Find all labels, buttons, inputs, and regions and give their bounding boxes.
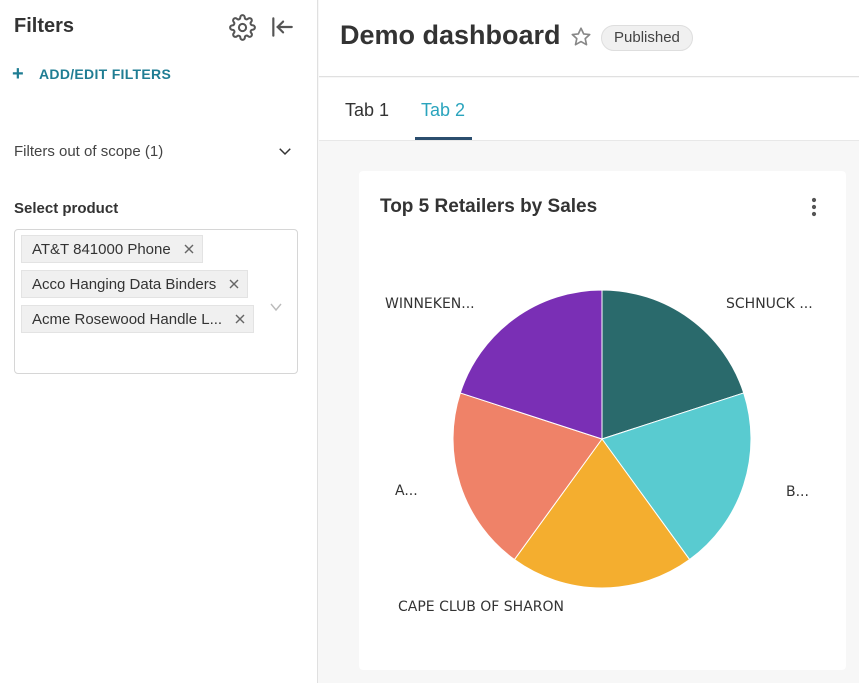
active-tab-indicator (415, 137, 472, 140)
status-badge: Published (601, 25, 693, 51)
gear-icon[interactable] (229, 14, 256, 41)
product-select[interactable]: AT&T 841000 Phone Acco Hanging Data Bind… (14, 229, 298, 374)
chevron-down-icon (279, 148, 291, 156)
pie-slice-label: B... (786, 484, 809, 500)
selected-product-tag: Acco Hanging Data Binders (21, 270, 249, 298)
filters-sidebar: Filters + ADD/EDIT FILTERS Filters out o… (0, 0, 318, 683)
collapse-left-icon[interactable] (269, 14, 295, 40)
plus-icon: + (12, 63, 24, 85)
filters-out-of-scope-label: Filters out of scope (1) (14, 143, 164, 160)
tab-1[interactable]: Tab 1 (345, 100, 389, 121)
select-product-label: Select product (14, 200, 119, 217)
close-icon[interactable] (182, 242, 196, 256)
tab-bar: Tab 1 Tab 2 (319, 78, 859, 141)
pie-slice-label: A... (395, 483, 418, 499)
filters-title: Filters (14, 15, 75, 37)
close-icon[interactable] (233, 312, 247, 326)
pie-slice-label: WINNEKEN... (385, 296, 475, 312)
pie-chart: SCHNUCK ... B... CAPE CLUB OF SHARON A... WI… (385, 289, 813, 615)
selected-product-label: AT&T 841000 Phone (32, 240, 171, 258)
selected-product-tag: Acme Rosewood Handle L... (21, 305, 255, 333)
add-edit-filters-label: ADD/EDIT FILTERS (39, 66, 172, 82)
chevron-down-icon[interactable] (269, 300, 283, 314)
dashboard-header: Demo dashboard Published (319, 0, 859, 77)
chart-card: Top 5 Retailers by Sales SCHNUCK ... B...… (359, 171, 846, 670)
close-icon[interactable] (227, 277, 241, 291)
filters-out-of-scope-toggle[interactable]: Filters out of scope (1) (14, 140, 294, 164)
tab-2[interactable]: Tab 2 (421, 100, 465, 121)
pie-slice-label: CAPE CLUB OF SHARON (398, 599, 564, 615)
star-icon[interactable] (570, 26, 592, 48)
add-edit-filters-button[interactable]: + ADD/EDIT FILTERS (12, 64, 171, 84)
pie-slice-label: SCHNUCK ... (726, 296, 813, 312)
page-title: Demo dashboard (340, 20, 561, 50)
selected-product-tag: AT&T 841000 Phone (21, 235, 203, 263)
selected-product-label: Acme Rosewood Handle L... (32, 310, 223, 328)
selected-product-label: Acco Hanging Data Binders (32, 275, 217, 293)
